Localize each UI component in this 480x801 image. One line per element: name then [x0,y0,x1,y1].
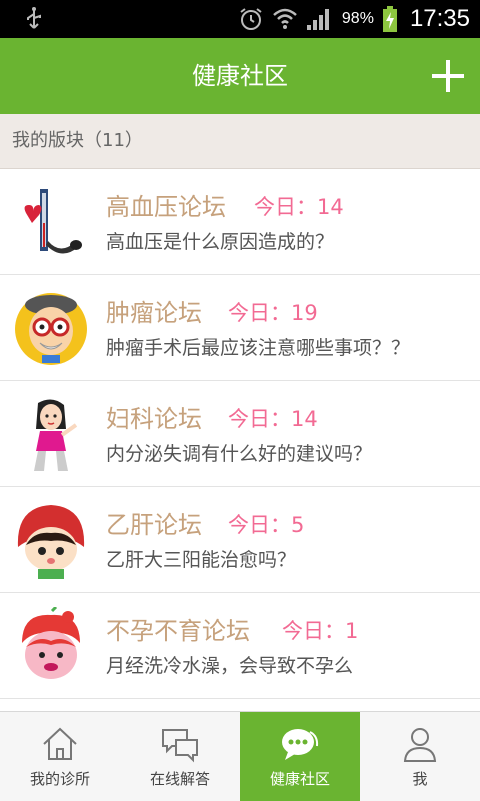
battery-percent: 98% [341,10,374,27]
tab-label: 在线解答 [149,770,210,788]
usb-icon [27,7,41,29]
forum-name: 高血压论坛 [106,193,226,221]
page-title: 健康社区 [192,62,288,90]
tab-health-community[interactable]: 健康社区 [240,712,360,801]
plus-icon-v [446,60,450,92]
section-label: 我的版块（11） [12,130,143,151]
clock: 17:35 [409,5,470,32]
forum-question: 乙肝大三阳能治愈吗？ [106,549,297,571]
alarm-icon [240,8,262,30]
forum-question: 肿瘤手术后最应该注意哪些事项？？ [106,337,411,359]
today-count: 今日：14 [228,407,318,431]
forum-item-infertility[interactable]: 不孕不育论坛 今日：1 月经洗冷水澡，会导致不孕么 [0,593,480,699]
forum-name: 不孕不育论坛 [106,617,250,645]
today-count: 今日：19 [228,301,318,325]
tab-label: 我 [412,770,428,788]
forum-question: 高血压是什么原因造成的？ [106,231,335,253]
tab-my-clinic[interactable]: 我的诊所 [0,712,120,801]
blood-pressure-monitor-icon [24,189,82,254]
person-icon [403,728,437,762]
house-icon [43,727,77,760]
community-chat-icon [282,729,319,760]
signal-icon [306,9,329,30]
red-hood-girl-cartoon-icon [17,505,85,579]
add-button[interactable] [432,60,464,92]
tab-label: 我的诊所 [29,770,90,788]
tab-online-answers[interactable]: 在线解答 [120,712,240,801]
today-count: 今日：1 [282,619,359,643]
forum-item-gynecology[interactable]: 妇科论坛 今日：14 内分泌失调有什么好的建议吗？ [0,381,480,487]
battery-charging-icon [382,6,397,32]
wifi-icon [273,8,297,29]
today-count: 今日：14 [254,195,344,219]
status-bar: 98% 17:35 [0,0,480,38]
forum-name: 肿瘤论坛 [106,299,202,327]
tab-label: 健康社区 [269,770,330,788]
red-apple-girl-cartoon-icon [22,607,80,679]
chat-bubbles-icon [162,729,198,763]
bottom-nav: 我的诊所 在线解答 健康社区 我 [0,711,480,801]
section-header: 我的版块（11） [0,114,480,169]
forum-question: 内分泌失调有什么好的建议吗？ [106,443,373,465]
forum-name: 妇科论坛 [106,405,202,433]
title-bar: 健康社区 [0,38,480,114]
forum-name: 乙肝论坛 [106,511,202,539]
old-doctor-cartoon-icon [15,293,87,365]
forum-item-hepatitis-b[interactable]: 乙肝论坛 今日：5 乙肝大三阳能治愈吗？ [0,487,480,593]
woman-cartoon-icon [34,399,78,471]
forum-item-tumor[interactable]: 肿瘤论坛 今日：19 肿瘤手术后最应该注意哪些事项？？ [0,275,480,381]
status-right: 98% 17:35 [238,0,470,38]
tab-me[interactable]: 我 [360,712,480,801]
forum-item-hypertension[interactable]: 高血压论坛 今日：14 高血压是什么原因造成的？ [0,169,480,275]
forum-list: 高血压论坛 今日：14 高血压是什么原因造成的？ 肿瘤论坛 今日：19 肿瘤手术… [0,169,480,699]
forum-question: 月经洗冷水澡，会导致不孕么 [106,655,354,677]
today-count: 今日：5 [228,513,305,537]
